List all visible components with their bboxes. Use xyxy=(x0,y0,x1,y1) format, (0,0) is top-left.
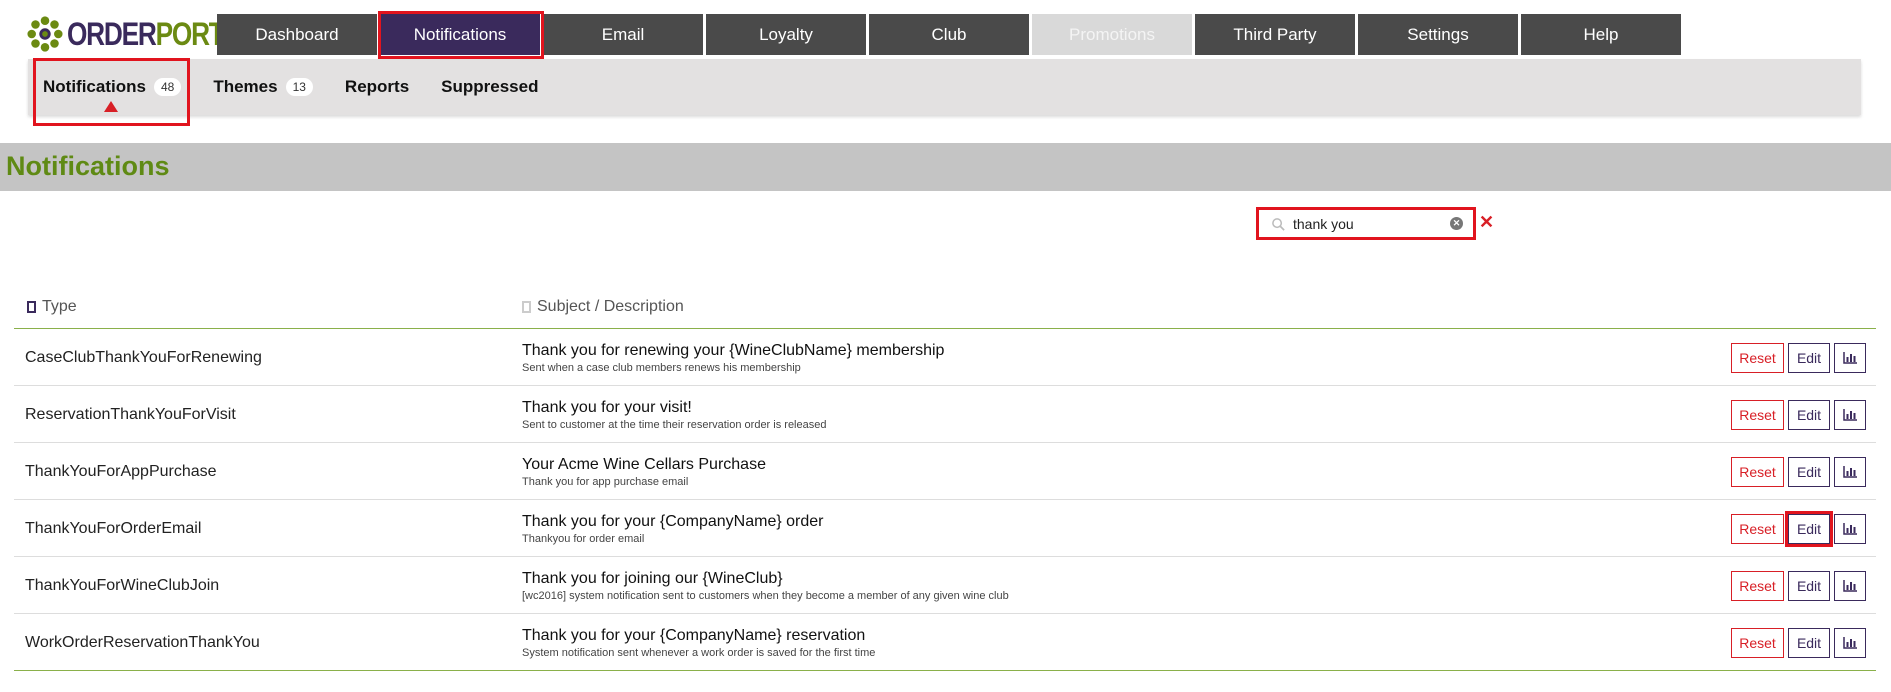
sub-nav: Notifications 48 Themes 13 Reports Suppr… xyxy=(28,59,1861,115)
edit-button[interactable]: Edit xyxy=(1785,511,1833,547)
page-title-bar: Notifications xyxy=(0,143,1891,191)
stats-button[interactable] xyxy=(1834,514,1866,544)
edit-button[interactable]: Edit xyxy=(1788,343,1830,373)
subnav-item-reports[interactable]: Reports xyxy=(345,77,409,97)
reset-search-icon[interactable]: ✕ xyxy=(1479,211,1494,233)
type-cell: ThankYouForWineClubJoin xyxy=(25,577,220,594)
reset-button[interactable]: Reset xyxy=(1731,514,1784,544)
reset-button[interactable]: Reset xyxy=(1731,343,1784,373)
tab-promotions[interactable]: Promotions xyxy=(1032,14,1192,55)
bar-chart-icon xyxy=(1843,352,1857,364)
description-cell: System notification sent whenever a work… xyxy=(522,647,876,659)
tab-third-party[interactable]: Third Party xyxy=(1195,14,1355,55)
description-cell: [wc2016] system notification sent to cus… xyxy=(522,590,1009,602)
table-row: ThankYouForAppPurchase Your Acme Wine Ce… xyxy=(14,443,1876,500)
stats-button[interactable] xyxy=(1834,457,1866,487)
description-cell: Sent to customer at the time their reser… xyxy=(522,419,827,431)
bar-chart-icon xyxy=(1843,409,1857,421)
table-row: ThankYouForOrderEmail Thank you for your… xyxy=(14,500,1876,557)
subject-header-label: Subject / Description xyxy=(537,298,684,315)
table-row: ThankYouForWineClubJoin Thank you for jo… xyxy=(14,557,1876,614)
row-actions: Reset Edit xyxy=(1731,511,1866,547)
description-cell: Sent when a case club members renews his… xyxy=(522,362,801,374)
tab-settings[interactable]: Settings xyxy=(1358,14,1518,55)
reset-button[interactable]: Reset xyxy=(1731,400,1784,430)
subnav-item-suppressed[interactable]: Suppressed xyxy=(441,77,538,97)
reset-button[interactable]: Reset xyxy=(1731,571,1784,601)
row-actions: Reset Edit xyxy=(1731,571,1866,601)
tab-email[interactable]: Email xyxy=(543,14,703,55)
table-header: Type Subject / Description xyxy=(14,290,1876,329)
edit-button[interactable]: Edit xyxy=(1788,628,1830,658)
page-title: Notifications xyxy=(6,151,170,181)
table-row: ReservationThankYouForVisit Thank you fo… xyxy=(14,386,1876,443)
tab-club[interactable]: Club xyxy=(869,14,1029,55)
edit-button[interactable]: Edit xyxy=(1788,400,1830,430)
edit-button[interactable]: Edit xyxy=(1788,457,1830,487)
subnav-item-label: Notifications xyxy=(43,77,146,96)
count-badge: 13 xyxy=(285,78,313,96)
reset-button[interactable]: Reset xyxy=(1731,457,1784,487)
subject-column-header[interactable]: Subject / Description xyxy=(522,298,684,316)
subject-cell: Your Acme Wine Cellars Purchase xyxy=(522,456,766,473)
description-cell: Thankyou for order email xyxy=(522,533,645,545)
clear-circle-icon[interactable]: ✕ xyxy=(1450,217,1463,230)
table-row: WorkOrderReservationThankYou Thank you f… xyxy=(14,614,1876,671)
subject-cell: Thank you for renewing your {WineClubNam… xyxy=(522,342,945,359)
subject-cell: Thank you for your {CompanyName} reserva… xyxy=(522,627,866,644)
tab-help[interactable]: Help xyxy=(1521,14,1681,55)
subject-cell: Thank you for joining our {WineClub} xyxy=(522,570,783,587)
bar-chart-icon xyxy=(1843,466,1857,478)
type-cell: ThankYouForOrderEmail xyxy=(25,520,202,537)
notifications-table: Type Subject / Description CaseClubThank… xyxy=(14,290,1876,671)
type-cell: ThankYouForAppPurchase xyxy=(25,463,217,480)
stats-button[interactable] xyxy=(1834,571,1866,601)
subnav-item-label: Reports xyxy=(344,77,410,96)
row-actions: Reset Edit xyxy=(1731,628,1866,658)
row-actions: Reset Edit xyxy=(1731,343,1866,373)
subject-cell: Thank you for your visit! xyxy=(522,399,692,416)
subject-cell: Thank you for your {CompanyName} order xyxy=(522,513,824,530)
count-badge: 48 xyxy=(153,78,182,96)
type-column-header[interactable]: Type xyxy=(27,298,77,316)
active-indicator-arrow-icon xyxy=(104,101,118,112)
logo-text-order: ORDER xyxy=(67,16,157,52)
sub-nav-items: Notifications 48 Themes 13 Reports Suppr… xyxy=(43,59,570,115)
sort-indicator-icon xyxy=(27,301,36,313)
subnav-item-notifications[interactable]: Notifications 48 xyxy=(43,77,182,97)
row-actions: Reset Edit xyxy=(1731,457,1866,487)
type-cell: ReservationThankYouForVisit xyxy=(25,406,236,423)
sort-indicator-icon xyxy=(522,301,531,313)
top-bar: ORDERPORT Dashboard Notifications Email … xyxy=(0,0,1891,60)
stats-button[interactable] xyxy=(1834,400,1866,430)
row-actions: Reset Edit xyxy=(1731,400,1866,430)
edit-button[interactable]: Edit xyxy=(1788,571,1830,601)
search-icon xyxy=(1272,218,1285,231)
tab-notifications[interactable]: Notifications xyxy=(380,14,540,55)
stats-button[interactable] xyxy=(1834,343,1866,373)
logo-text-port: PORT xyxy=(155,16,225,52)
description-cell: Thank you for app purchase email xyxy=(522,476,689,488)
bar-chart-icon xyxy=(1843,580,1857,592)
reset-button[interactable]: Reset xyxy=(1731,628,1784,658)
flower-logo-icon xyxy=(27,16,63,52)
bar-chart-icon xyxy=(1843,523,1857,535)
table-row: CaseClubThankYouForRenewing Thank you fo… xyxy=(14,329,1876,386)
type-header-label: Type xyxy=(42,298,77,315)
type-cell: WorkOrderReservationThankYou xyxy=(25,634,260,651)
search-box: ✕ xyxy=(1256,207,1476,240)
tab-loyalty[interactable]: Loyalty xyxy=(706,14,866,55)
tab-dashboard[interactable]: Dashboard xyxy=(217,14,377,55)
logo-wordmark: ORDERPORT xyxy=(67,14,225,54)
stats-button[interactable] xyxy=(1834,628,1866,658)
type-cell: CaseClubThankYouForRenewing xyxy=(25,349,262,366)
subnav-item-label: Themes xyxy=(213,77,278,96)
subnav-item-themes[interactable]: Themes 13 xyxy=(213,77,313,97)
search-input[interactable] xyxy=(1293,213,1443,234)
subnav-item-label: Suppressed xyxy=(441,77,539,96)
main-nav: Dashboard Notifications Email Loyalty Cl… xyxy=(217,14,1681,55)
bar-chart-icon xyxy=(1843,637,1857,649)
